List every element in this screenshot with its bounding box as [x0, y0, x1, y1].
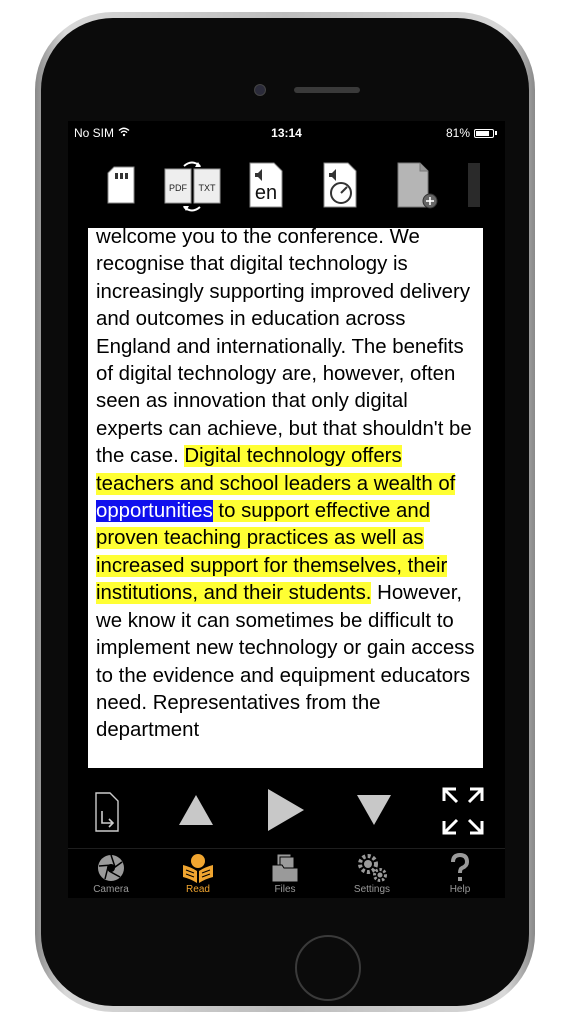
- screen: No SIM 13:14 81% PDF TXT en welcome you …: [68, 121, 505, 898]
- current-word: opportunities: [96, 500, 213, 523]
- txt-label: TXT: [199, 183, 217, 193]
- text-before-sentence: welcome you to the conference. We recogn…: [96, 228, 472, 468]
- tab-label-help: Help: [449, 884, 471, 895]
- files-folder-icon: [271, 853, 299, 883]
- pdf-txt-convert-icon[interactable]: PDF TXT: [162, 161, 226, 217]
- tab-files[interactable]: Files: [250, 853, 320, 895]
- add-document-icon[interactable]: [394, 161, 440, 211]
- previous-sentence-button[interactable]: [179, 795, 213, 830]
- play-button[interactable]: [268, 789, 304, 836]
- tab-bar: Camera Read Files Settings Help: [68, 848, 505, 898]
- tab-read[interactable]: Read: [163, 853, 233, 895]
- reader-toolbar: PDF TXT en: [68, 157, 505, 217]
- tab-camera[interactable]: Camera: [76, 853, 146, 895]
- tab-label-camera: Camera: [93, 884, 129, 895]
- home-button[interactable]: [295, 935, 361, 1001]
- tab-help[interactable]: Help: [425, 853, 495, 895]
- tab-settings[interactable]: Settings: [337, 853, 407, 895]
- next-sentence-button[interactable]: [357, 795, 391, 830]
- reader-view[interactable]: welcome you to the conference. We recogn…: [88, 228, 483, 768]
- tab-label-files: Files: [274, 884, 296, 895]
- gears-icon: [358, 854, 387, 882]
- tab-label-read: Read: [186, 884, 210, 895]
- earpiece-speaker: [294, 87, 360, 93]
- speech-speed-icon[interactable]: [320, 161, 360, 209]
- front-camera: [254, 84, 266, 96]
- text-after-sentence: However, we know it can sometimes be dif…: [96, 582, 475, 742]
- language-label: en: [255, 182, 277, 204]
- question-mark-icon: [451, 853, 470, 881]
- battery-icon: [474, 128, 494, 138]
- go-to-document-icon[interactable]: [94, 791, 120, 838]
- playback-controls: [68, 781, 505, 851]
- language-icon[interactable]: en: [246, 161, 286, 209]
- pdf-label: PDF: [169, 183, 188, 193]
- reader-text: welcome you to the conference. We recogn…: [96, 228, 476, 745]
- toolbar-overflow-edge: [468, 163, 480, 207]
- clock: 13:14: [271, 126, 302, 140]
- camera-aperture-icon: [98, 854, 124, 881]
- fullscreen-expand-icon[interactable]: [442, 787, 484, 840]
- tab-label-settings: Settings: [353, 884, 391, 895]
- battery-percent: 81%: [445, 126, 470, 140]
- reading-person-icon: [183, 854, 213, 883]
- sd-card-icon[interactable]: [104, 161, 138, 207]
- status-bar: No SIM 13:14 81%: [68, 121, 505, 143]
